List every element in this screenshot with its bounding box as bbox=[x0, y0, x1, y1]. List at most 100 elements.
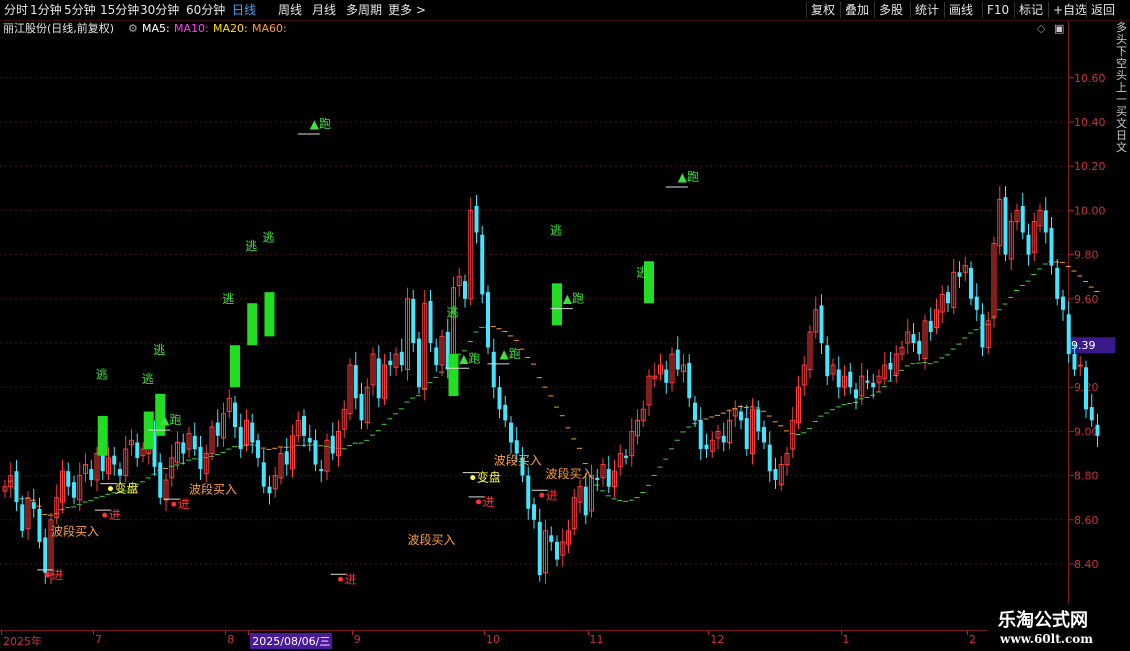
escape-label: 逃 bbox=[96, 367, 108, 381]
candle-body bbox=[911, 334, 916, 343]
candle-body bbox=[549, 535, 554, 542]
candle-body bbox=[215, 422, 220, 436]
candle-body bbox=[1089, 407, 1094, 421]
green-signal-box bbox=[552, 283, 562, 326]
time-tick bbox=[587, 631, 589, 635]
time-tick bbox=[708, 631, 710, 635]
wave-buy-label: 波段买入 bbox=[546, 466, 594, 481]
escape-label: 逃 bbox=[263, 230, 275, 244]
candle-body bbox=[198, 446, 203, 469]
candle-body bbox=[583, 486, 588, 516]
candle-body bbox=[767, 444, 772, 472]
green-signal-box bbox=[230, 345, 240, 388]
price-tick-label: 10.00 bbox=[1074, 204, 1106, 217]
candle-body bbox=[486, 292, 490, 348]
candle-body bbox=[836, 369, 841, 388]
candle-body bbox=[675, 349, 680, 370]
green-signal-box bbox=[97, 415, 108, 456]
candle-body bbox=[158, 462, 163, 498]
signal-label: 进 bbox=[483, 495, 495, 509]
candle-body bbox=[704, 444, 709, 450]
wave-buy-label: 波段买入 bbox=[51, 523, 99, 538]
candle-body bbox=[957, 272, 962, 277]
candle-body bbox=[762, 426, 766, 443]
candle-body bbox=[31, 502, 36, 509]
price-tick-label: 8.40 bbox=[1074, 558, 1099, 571]
run-label: ▲跑 bbox=[563, 292, 584, 306]
candle-body bbox=[480, 234, 485, 295]
escape-label: 逃 bbox=[245, 239, 257, 253]
candle-body bbox=[532, 504, 536, 520]
candle-body bbox=[624, 455, 628, 458]
escape-label: 逃 bbox=[550, 224, 562, 238]
candle-body bbox=[319, 468, 324, 472]
candle-body bbox=[238, 426, 243, 450]
candle-body bbox=[192, 435, 197, 450]
candle-body bbox=[756, 409, 761, 432]
escape-label: 逃 bbox=[447, 305, 459, 319]
candle-body bbox=[491, 351, 496, 388]
candle-body bbox=[118, 468, 122, 476]
candle-body bbox=[974, 296, 979, 310]
price-tick-label: 9.80 bbox=[1074, 249, 1099, 262]
time-tick bbox=[225, 631, 227, 635]
candle-body bbox=[66, 471, 71, 487]
price-tick-label: 9.00 bbox=[1074, 425, 1099, 438]
signal-label: 变盘 bbox=[115, 481, 139, 496]
candle-body bbox=[514, 440, 519, 454]
signal-dot bbox=[338, 576, 343, 582]
candle-body bbox=[1066, 314, 1071, 355]
time-tick-label: 2025/08/06/三 bbox=[250, 633, 333, 649]
candle-body bbox=[871, 382, 876, 388]
time-tick bbox=[967, 631, 968, 635]
candle-body bbox=[888, 362, 893, 370]
candle-body bbox=[399, 351, 404, 366]
candle-body bbox=[848, 371, 853, 388]
candle-body bbox=[261, 462, 266, 487]
candle-body bbox=[946, 292, 950, 304]
signal-label: 变盘 bbox=[477, 470, 501, 485]
candle-body bbox=[89, 468, 94, 481]
candlestick-chart[interactable]: 8.408.608.809.009.209.409.609.8010.0010.… bbox=[0, 0, 1130, 650]
signal-dot bbox=[44, 572, 50, 578]
candle-body bbox=[664, 369, 669, 383]
signal-label: 进 bbox=[51, 568, 63, 582]
run-label: ▲跑 bbox=[500, 347, 521, 361]
candle-body bbox=[917, 340, 922, 355]
escape-label: 逃 bbox=[142, 372, 154, 386]
candle-body bbox=[693, 402, 697, 421]
candle-body bbox=[1095, 424, 1100, 436]
signal-dot bbox=[108, 486, 113, 492]
signal-dot bbox=[539, 492, 545, 498]
candle-body bbox=[20, 504, 25, 531]
candle-body bbox=[1061, 296, 1065, 310]
green-signal-box bbox=[448, 354, 459, 397]
price-tick-label: 10.40 bbox=[1074, 116, 1106, 129]
candle-body bbox=[1055, 267, 1060, 299]
time-tick bbox=[351, 631, 353, 635]
escape-label: 逃 bbox=[153, 343, 165, 357]
price-tick-label: 8.80 bbox=[1074, 470, 1099, 483]
candle-body bbox=[503, 404, 508, 421]
candle-body bbox=[595, 477, 600, 481]
candle-body bbox=[555, 541, 559, 560]
candle-body bbox=[37, 508, 42, 542]
price-tick-label: 9.60 bbox=[1074, 293, 1099, 306]
candle-body bbox=[825, 345, 830, 377]
price-tick-label: 10.60 bbox=[1074, 72, 1106, 85]
green-signal-box bbox=[264, 292, 275, 337]
candle-body bbox=[497, 387, 502, 410]
candle-body bbox=[526, 475, 531, 509]
time-tick bbox=[1, 631, 2, 635]
candle-body bbox=[606, 468, 611, 487]
candle-body bbox=[819, 305, 824, 343]
candle-body bbox=[43, 537, 48, 573]
candle-body bbox=[474, 205, 479, 233]
candle-body bbox=[250, 422, 255, 443]
run-label: ▲跑 bbox=[310, 117, 331, 131]
signal-label: 进 bbox=[109, 508, 121, 522]
candle-body bbox=[14, 471, 19, 503]
candle-body bbox=[744, 418, 749, 450]
price-tick-label: 8.60 bbox=[1074, 514, 1099, 527]
candle-body bbox=[854, 389, 858, 399]
